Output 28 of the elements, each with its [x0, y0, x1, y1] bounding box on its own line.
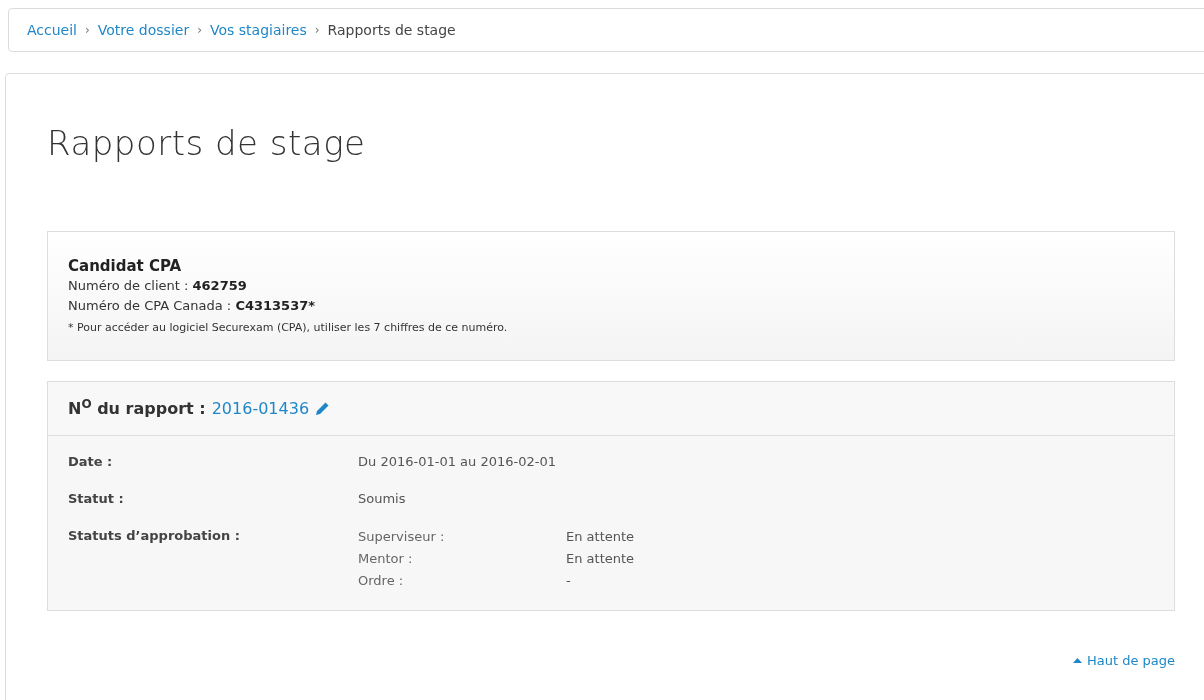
breadcrumb-link[interactable]: Vos stagiaires	[210, 19, 307, 41]
field-value: Du 2016-01-01 au 2016-02-01	[358, 453, 556, 471]
caret-up-icon	[1072, 658, 1082, 664]
field-label: Statuts d’approbation :	[68, 527, 241, 545]
approval-status: En attente	[566, 528, 635, 546]
candidate-title: Candidat CPA	[68, 256, 183, 276]
breadcrumb-link[interactable]: Votre dossier	[97, 19, 190, 41]
field-value: Soumis	[358, 490, 406, 508]
report-number-label: N$^{O}$ du rapport :	[68, 396, 206, 420]
approver-role: Superviseur :	[358, 528, 446, 546]
approval-status: -	[566, 572, 571, 590]
page-title: Rapports de stage	[47, 122, 367, 165]
back-to-top-link[interactable]: Haut de page	[1072, 651, 1175, 671]
field-label: Date :	[68, 453, 114, 471]
approver-role: Ordre :	[358, 572, 405, 590]
breadcrumb-separator: ›	[197, 22, 202, 39]
breadcrumb-separator: ›	[314, 22, 320, 39]
approval-status: En attente	[566, 550, 635, 568]
breadcrumb-link[interactable]: Accueil	[27, 19, 77, 41]
report-number-link[interactable]: 2016-01436	[211, 396, 310, 421]
client-number-text: Numéro de client : 462759	[68, 277, 248, 295]
breadcrumb-current: Rapports de stage	[327, 20, 456, 40]
footnote-text: * Pour accéder au logiciel Securexam (CPA), utiliser les 7 chiffres de ce numéro.	[68, 320, 509, 336]
approver-role: Mentor :	[358, 550, 414, 568]
pencil-icon[interactable]	[315, 401, 330, 416]
field-label: Statut :	[68, 490, 125, 508]
client-number-text: Numéro de CPA Canada : C4313537*	[68, 297, 317, 315]
breadcrumb-separator: ›	[85, 22, 90, 39]
